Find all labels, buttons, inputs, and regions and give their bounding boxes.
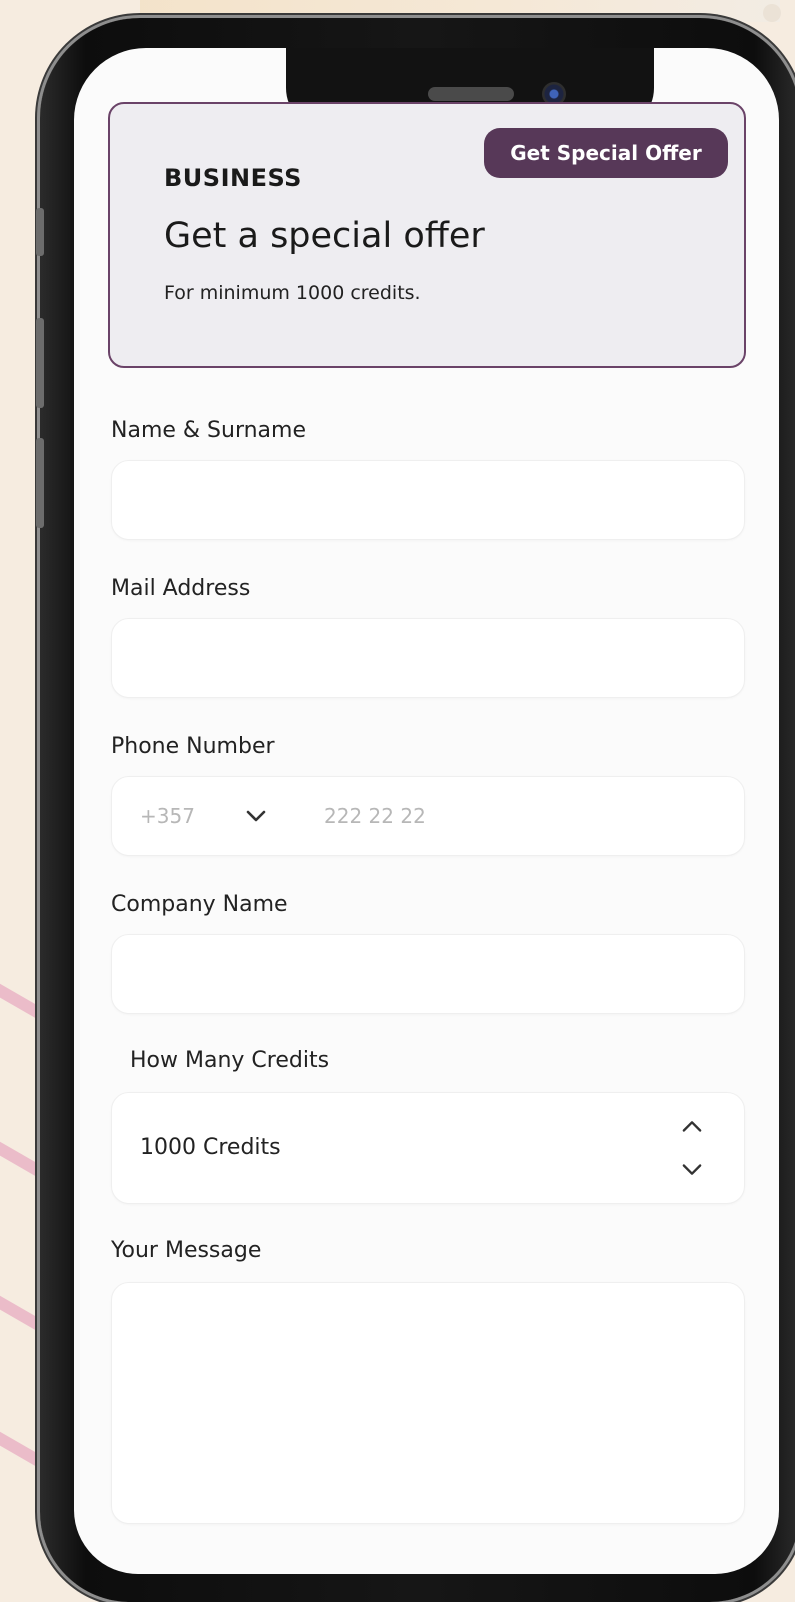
- chevron-up-icon[interactable]: [678, 1113, 706, 1141]
- phone-screen: Get Special Offer BUSINESS Get a special…: [74, 48, 779, 1574]
- name-label: Name & Surname: [111, 418, 307, 443]
- offer-tag: BUSINESS: [164, 164, 302, 192]
- name-field-container: [111, 460, 745, 540]
- phone-field-container: +357: [111, 776, 779, 856]
- speaker-grille: [428, 87, 514, 101]
- offer-title: Get a special offer: [164, 216, 485, 256]
- name-input[interactable]: [112, 461, 744, 539]
- credits-stepper[interactable]: 1000 Credits: [111, 1092, 745, 1204]
- phone-number-input[interactable]: [298, 777, 779, 855]
- message-field-container: [111, 1282, 745, 1524]
- company-label: Company Name: [111, 892, 288, 917]
- message-textarea[interactable]: [112, 1283, 744, 1523]
- company-input[interactable]: [112, 935, 744, 1013]
- mail-input[interactable]: [112, 619, 744, 697]
- phone-volume-up-button: [36, 318, 44, 408]
- phone-side-button: [36, 208, 44, 256]
- phone-volume-down-button: [36, 438, 44, 528]
- mail-field-container: [111, 618, 745, 698]
- credits-label: How Many Credits: [130, 1048, 330, 1073]
- message-label: Your Message: [111, 1238, 262, 1263]
- chevron-down-icon[interactable]: [678, 1155, 706, 1183]
- credits-value: 1000 Credits: [140, 1135, 281, 1160]
- background-dot: [763, 4, 781, 22]
- company-field-container: [111, 934, 745, 1014]
- phone-frame: Get Special Offer BUSINESS Get a special…: [36, 18, 795, 1602]
- offer-subtitle: For minimum 1000 credits.: [164, 282, 421, 304]
- get-special-offer-button[interactable]: Get Special Offer: [484, 128, 728, 178]
- chevron-down-icon[interactable]: [244, 804, 268, 828]
- mail-label: Mail Address: [111, 576, 251, 601]
- phone-label: Phone Number: [111, 734, 275, 759]
- phone-country-code[interactable]: +357: [140, 777, 195, 855]
- business-offer-card: Get Special Offer BUSINESS Get a special…: [108, 102, 746, 368]
